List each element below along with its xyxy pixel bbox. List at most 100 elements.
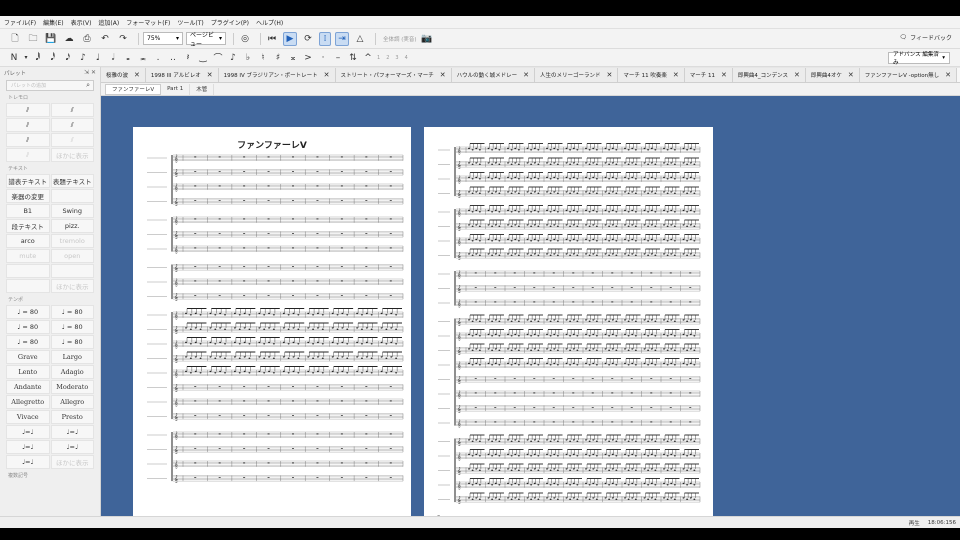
palette-cell[interactable]: Adagio: [50, 365, 94, 379]
close-icon[interactable]: ✕: [945, 71, 951, 79]
dot-icon[interactable]: .: [152, 53, 164, 63]
metronome-icon[interactable]: △: [353, 32, 367, 46]
natural-icon[interactable]: ♮: [257, 53, 269, 63]
score-tab[interactable]: ハウルの動く城メドレー ✕: [451, 68, 536, 82]
score-tab[interactable]: 1998 IV ブラジリアン・ポートレート ✕: [218, 68, 336, 82]
part-tab[interactable]: 木管: [190, 83, 215, 95]
palette-cell[interactable]: arco: [6, 234, 50, 248]
loop-in-icon[interactable]: ⁞: [319, 31, 331, 46]
staccato-icon[interactable]: ·: [317, 53, 329, 63]
grace-note-icon[interactable]: ♪: [227, 53, 239, 63]
print-icon[interactable]: ⎙: [80, 32, 94, 46]
palette-cell[interactable]: ♩ = 80: [6, 305, 50, 319]
marcato-icon[interactable]: ^: [362, 53, 374, 63]
palette-cell[interactable]: B1: [6, 204, 50, 218]
close-icon[interactable]: ✕: [324, 71, 330, 79]
score-canvas[interactable]: ファンファーレV 𝄞 𝄞 𝄞 𝄞 𝄞 𝄞 𝄞 𝄞 𝄞 𝄞 𝄞 𝄞 𝄞 𝄞 𝄞 𝄞 𝄞 𝄞 𝄞 𝄞 𝄞 𝄞 𝄞 𝄞 𝄞 𝄞 𝄞 𝄞 𝄞 𝄞…: [101, 96, 960, 528]
score-tab[interactable]: 即興曲4_コンデンス ✕: [732, 68, 806, 82]
part-tab[interactable]: ファンファーレV: [105, 83, 162, 95]
menu-item[interactable]: 編集(E): [43, 18, 63, 27]
palette-cell[interactable]: ほかに表示: [50, 279, 94, 293]
close-icon[interactable]: ✕: [673, 71, 679, 79]
double-sharp-icon[interactable]: 𝄪: [287, 53, 299, 63]
sixteenth-note-icon[interactable]: 𝅘𝅥𝅯: [62, 53, 74, 63]
redo-icon[interactable]: ↷: [116, 32, 130, 46]
palette-cell[interactable]: Allegretto: [6, 395, 50, 409]
save-icon[interactable]: 💾: [44, 32, 58, 46]
search-icon[interactable]: ⌕: [86, 81, 90, 90]
palette-search[interactable]: パレットの追加 ⌕: [6, 80, 94, 91]
eighth-note-icon[interactable]: ♪: [77, 53, 89, 63]
palette-cell[interactable]: ⫽: [6, 133, 50, 147]
palette-cell[interactable]: ♩=♩: [6, 425, 50, 439]
menu-item[interactable]: プラグイン(P): [211, 18, 249, 27]
accent-icon[interactable]: >: [302, 53, 314, 63]
score-tab[interactable]: 即興曲4オケ ✕: [805, 68, 860, 82]
score-tab[interactable]: ストリート・パフォーマーズ・マーチ ✕: [335, 68, 452, 82]
menu-item[interactable]: フォーマット(F): [126, 18, 170, 27]
score-tab[interactable]: 桜雅の波 ✕: [101, 68, 146, 82]
sharp-icon[interactable]: ♯: [272, 53, 284, 63]
palette-cell[interactable]: ♩=♩: [6, 455, 50, 469]
palette-cell[interactable]: Largo: [50, 350, 94, 364]
close-icon[interactable]: ✕: [207, 71, 213, 79]
rewind-icon[interactable]: ⏮: [265, 32, 279, 46]
tenuto-icon[interactable]: –: [332, 53, 344, 63]
menu-item[interactable]: ヘルプ(H): [256, 18, 283, 27]
voice-1[interactable]: 1: [377, 55, 380, 61]
whole-note-icon[interactable]: 𝅝: [122, 53, 134, 63]
flat-icon[interactable]: ♭: [242, 53, 254, 63]
score-tab[interactable]: マーチ 11 吹奏楽 ✕: [618, 68, 685, 82]
breve-icon[interactable]: 𝅜: [137, 53, 149, 63]
double-dot-icon[interactable]: ..: [167, 53, 179, 63]
quarter-note-icon[interactable]: ♩: [92, 53, 104, 63]
upload-cloud-icon[interactable]: ☁: [62, 32, 76, 46]
palette-cell[interactable]: [6, 264, 50, 278]
score-tab[interactable]: 人生のメリーゴーランド ✕: [535, 68, 619, 82]
palette-cell[interactable]: ♩=♩: [6, 440, 50, 454]
palette-cell[interactable]: Swing: [50, 204, 94, 218]
palette-cell[interactable]: ♩=♩: [50, 425, 94, 439]
palette-cell[interactable]: tremolo: [50, 234, 94, 248]
new-file-icon[interactable]: 🗋: [8, 32, 22, 46]
palette-cell[interactable]: ⫽: [50, 103, 94, 117]
close-icon[interactable]: ✕: [721, 71, 727, 79]
close-icon[interactable]: ✕: [848, 71, 854, 79]
palette-section-title[interactable]: トレモロ: [6, 94, 94, 101]
midi-input-icon[interactable]: ◎: [238, 32, 252, 46]
palette-cell[interactable]: 段テキスト: [6, 219, 50, 233]
palette-cell[interactable]: Grave: [6, 350, 50, 364]
palette-panel-controls[interactable]: ⇲ ✕: [84, 69, 96, 76]
close-icon[interactable]: ✕: [134, 71, 140, 79]
image-capture-icon[interactable]: 📷: [420, 32, 434, 46]
palette-cell[interactable]: 楽器の変更: [6, 189, 50, 203]
menu-item[interactable]: ファイル(F): [4, 18, 36, 27]
palette-cell[interactable]: open: [50, 249, 94, 263]
tie-icon[interactable]: ‿: [197, 53, 209, 63]
palette-cell[interactable]: ⫽: [6, 148, 50, 162]
undo-icon[interactable]: ↶: [98, 32, 112, 46]
palette-cell[interactable]: ♩ = 80: [50, 320, 94, 334]
slur-icon[interactable]: ⌒: [212, 51, 224, 64]
palette-cell[interactable]: ほかに表示: [50, 148, 94, 162]
chevron-down-icon[interactable]: ▾: [23, 54, 29, 61]
palette-cell[interactable]: Vivace: [6, 410, 50, 424]
score-page-2[interactable]: 𝄞𝄞𝄞𝄞𝄞𝄞𝄞𝄞𝄞𝄞𝄞𝄞𝄞𝄞𝄞𝄞𝄞𝄞𝄞𝄞𝄞𝄞𝄞𝄞 2: [424, 127, 713, 528]
palette-cell[interactable]: 表題テキスト: [50, 174, 94, 188]
concert-pitch-toggle[interactable]: 全体調 (実音): [383, 35, 417, 43]
voice-3[interactable]: 3: [395, 55, 398, 61]
voice-2[interactable]: 2: [386, 55, 389, 61]
menu-item[interactable]: ツール(T): [177, 18, 203, 27]
palette-cell[interactable]: Lento: [6, 365, 50, 379]
palette-cell[interactable]: pizz.: [50, 219, 94, 233]
sixtyfourth-note-icon[interactable]: 𝅘𝅥𝅱: [32, 53, 44, 63]
score-tab[interactable]: マーチ 11 ✕: [684, 68, 733, 82]
workspace-select[interactable]: アドバンス 編集済み ▾: [888, 52, 950, 66]
feedback-button[interactable]: 🗨 フィードバック: [899, 33, 952, 42]
palette-cell[interactable]: [50, 264, 94, 278]
palette-cell[interactable]: mute: [6, 249, 50, 263]
menu-item[interactable]: 追加(A): [98, 18, 119, 27]
palette-cell[interactable]: ♩ = 80: [50, 305, 94, 319]
voice-4[interactable]: 4: [405, 55, 408, 61]
palette-section-title[interactable]: テンポ: [6, 296, 94, 303]
